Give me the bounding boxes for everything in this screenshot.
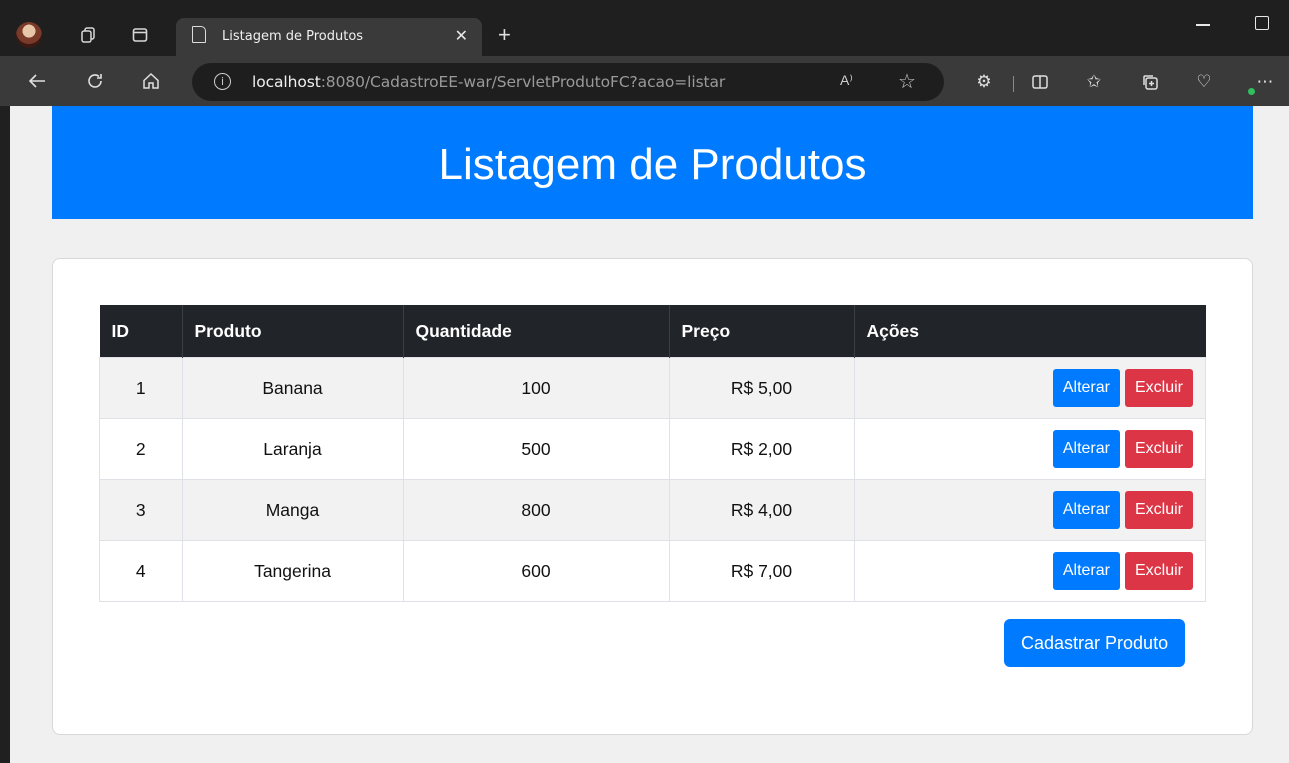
url-text[interactable]: localhost:8080/CadastroEE-war/ServletPro… bbox=[252, 73, 725, 91]
tab-title: Listagem de Produtos bbox=[222, 29, 364, 44]
header-preco: Preço bbox=[669, 305, 855, 358]
cell-quantidade: 800 bbox=[402, 479, 670, 541]
page-document-icon bbox=[192, 26, 206, 43]
new-tab-icon[interactable]: + bbox=[498, 22, 511, 48]
alter-button[interactable]: Alterar bbox=[1052, 552, 1120, 590]
cell-id: 2 bbox=[99, 418, 183, 480]
browser-essentials-icon[interactable]: ♡ bbox=[1190, 68, 1218, 96]
cell-produto: Banana bbox=[181, 357, 404, 419]
close-tab-icon[interactable]: ✕ bbox=[455, 26, 468, 46]
cadastrar-produto-button[interactable]: Cadastrar Produto bbox=[1004, 619, 1186, 667]
cell-id: 3 bbox=[99, 479, 183, 541]
cell-id: 4 bbox=[99, 540, 183, 602]
cell-id: 1 bbox=[99, 357, 183, 419]
url-host: localhost bbox=[252, 73, 321, 91]
browser-toolbar: i localhost:8080/CadastroEE-war/ServletP… bbox=[0, 56, 1289, 106]
address-bar[interactable]: i localhost:8080/CadastroEE-war/ServletP… bbox=[192, 63, 944, 101]
table-row: 2 Laranja 500 R$ 2,00 Alterar Excluir bbox=[99, 418, 1206, 480]
browser-tab-active[interactable]: Listagem de Produtos ✕ bbox=[176, 18, 482, 56]
delete-button[interactable]: Excluir bbox=[1124, 430, 1193, 468]
split-screen-icon[interactable] bbox=[1026, 68, 1054, 96]
cell-preco: R$ 5,00 bbox=[668, 357, 855, 419]
cell-quantidade: 100 bbox=[402, 357, 670, 419]
header-acoes: Ações bbox=[854, 305, 1206, 358]
browser-tab-strip: Listagem de Produtos ✕ + bbox=[0, 0, 1289, 56]
more-options-icon[interactable]: ⋯ bbox=[1251, 68, 1279, 96]
cell-preco: R$ 7,00 bbox=[668, 540, 855, 602]
cell-acoes: Alterar Excluir bbox=[853, 540, 1206, 602]
page-header: Listagem de Produtos bbox=[52, 106, 1253, 219]
toolbar-divider bbox=[1013, 76, 1014, 92]
table-row: 3 Manga 800 R$ 4,00 Alterar Excluir bbox=[99, 479, 1206, 541]
delete-button[interactable]: Excluir bbox=[1124, 552, 1193, 590]
favorite-star-icon[interactable]: ☆ bbox=[898, 69, 916, 94]
content-card: ID Produto Quantidade Preço Ações 1 Bana… bbox=[52, 258, 1253, 735]
table-header-row: ID Produto Quantidade Preço Ações bbox=[99, 305, 1206, 358]
home-icon[interactable] bbox=[136, 66, 166, 96]
cell-acoes: Alterar Excluir bbox=[853, 357, 1206, 419]
favorites-icon[interactable]: ✩ bbox=[1080, 68, 1108, 96]
cell-produto: Laranja bbox=[181, 418, 404, 480]
cell-preco: R$ 2,00 bbox=[668, 418, 855, 480]
url-path: :8080/CadastroEE-war/ServletProdutoFC?ac… bbox=[320, 73, 726, 91]
alter-button[interactable]: Alterar bbox=[1052, 430, 1120, 468]
cell-quantidade: 600 bbox=[402, 540, 670, 602]
header-quantidade: Quantidade bbox=[403, 305, 670, 358]
profile-avatar[interactable] bbox=[16, 22, 42, 48]
page-viewport: Listagem de Produtos ID Produto Quantida… bbox=[10, 106, 1289, 763]
cell-quantidade: 500 bbox=[402, 418, 670, 480]
back-arrow-icon[interactable] bbox=[22, 66, 52, 96]
maximize-window-icon[interactable] bbox=[1255, 16, 1269, 30]
cell-acoes: Alterar Excluir bbox=[853, 418, 1206, 480]
cell-acoes: Alterar Excluir bbox=[853, 479, 1206, 541]
status-dot bbox=[1248, 88, 1255, 95]
table-row: 4 Tangerina 600 R$ 7,00 Alterar Excluir bbox=[99, 540, 1206, 602]
collections-icon[interactable] bbox=[1136, 68, 1164, 96]
alter-button[interactable]: Alterar bbox=[1052, 369, 1120, 407]
cell-produto: Tangerina bbox=[181, 540, 404, 602]
refresh-icon[interactable] bbox=[80, 66, 110, 96]
alter-button[interactable]: Alterar bbox=[1052, 491, 1120, 529]
tab-actions-icon[interactable] bbox=[126, 21, 154, 49]
cell-produto: Manga bbox=[181, 479, 404, 541]
header-id: ID bbox=[99, 305, 183, 358]
read-aloud-icon[interactable]: A⁾ bbox=[840, 72, 853, 89]
products-table: ID Produto Quantidade Preço Ações 1 Bana… bbox=[99, 305, 1206, 602]
site-info-icon[interactable]: i bbox=[214, 73, 231, 90]
header-produto: Produto bbox=[182, 305, 404, 358]
delete-button[interactable]: Excluir bbox=[1124, 491, 1193, 529]
table-row: 1 Banana 100 R$ 5,00 Alterar Excluir bbox=[99, 357, 1206, 419]
delete-button[interactable]: Excluir bbox=[1124, 369, 1193, 407]
page-title: Listagem de Produtos bbox=[438, 140, 867, 189]
workspaces-icon[interactable] bbox=[74, 21, 102, 49]
minimize-window-icon[interactable] bbox=[1196, 24, 1210, 26]
cell-preco: R$ 4,00 bbox=[668, 479, 855, 541]
extensions-icon[interactable]: ⚙ bbox=[970, 68, 998, 96]
